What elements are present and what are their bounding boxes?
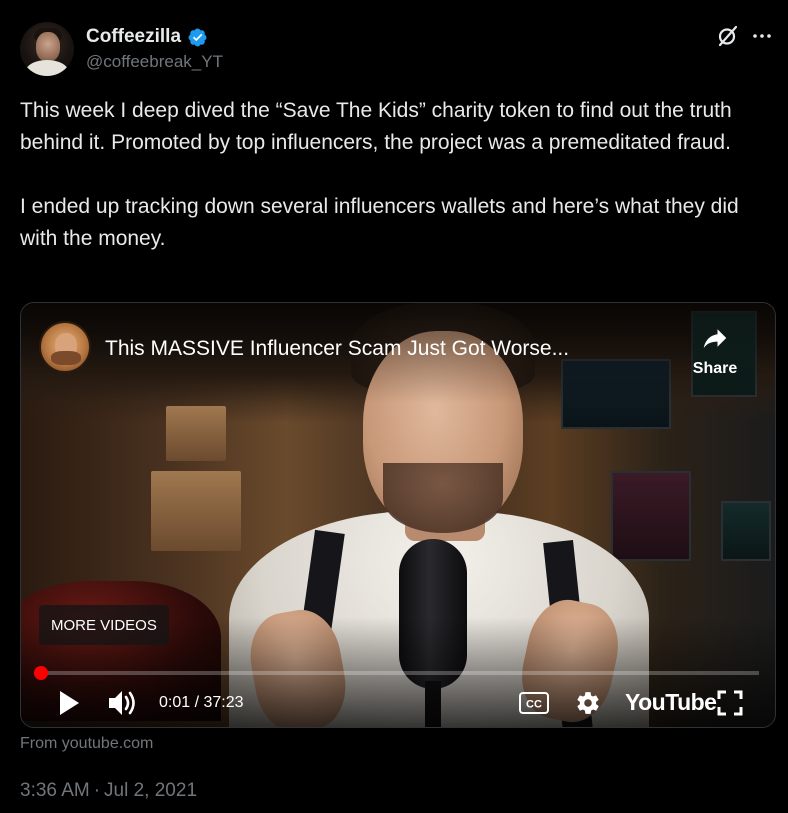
tweet-text: This week I deep dived the “Save The Kid… [20,95,770,255]
share-icon [703,329,727,348]
profile-avatar[interactable] [20,22,74,76]
video-title[interactable]: This MASSIVE Influencer Scam Just Got Wo… [105,337,569,361]
author-handle[interactable]: @coffeebreak_YT [86,52,223,72]
video-card[interactable]: This MASSIVE Influencer Scam Just Got Wo… [20,302,776,728]
tweet-paragraph-1: This week I deep dived the “Save The Kid… [20,99,732,154]
play-icon [60,691,79,715]
captions-button[interactable]: CC [517,687,551,719]
volume-icon [109,691,135,715]
youtube-logo[interactable]: YouTube [625,689,717,716]
fullscreen-icon [717,690,743,716]
tweet-timestamp[interactable]: 3:36 AM · Jul 2, 2021 [20,780,197,802]
author-name-row: Coffeezilla [86,26,208,48]
share-button[interactable]: Share [685,323,745,378]
fullscreen-button[interactable] [715,687,745,719]
card-source: From youtube.com [20,735,154,752]
channel-avatar[interactable] [39,321,91,373]
tweet-date[interactable]: Jul 2, 2021 [104,780,197,801]
settings-button[interactable] [573,687,603,719]
gear-icon [577,692,599,714]
play-button[interactable] [53,687,85,719]
more-icon[interactable] [750,24,774,48]
meta-separator: · [93,780,101,801]
tweet-time[interactable]: 3:36 AM [20,780,90,801]
verified-badge-icon [188,28,207,46]
video-progress-bar[interactable] [34,666,759,680]
tweet-paragraph-2: I ended up tracking down several influen… [20,195,739,250]
share-label: Share [692,360,738,377]
volume-button[interactable] [105,687,141,719]
captions-icon: CC [519,692,549,714]
more-videos-button[interactable]: MORE VIDEOS [39,605,169,645]
grok-icon[interactable] [716,24,740,48]
time-display: 0:01 / 37:23 [159,694,244,711]
svg-text:CC: CC [526,699,542,711]
author-display-name[interactable]: Coffeezilla [86,26,181,48]
